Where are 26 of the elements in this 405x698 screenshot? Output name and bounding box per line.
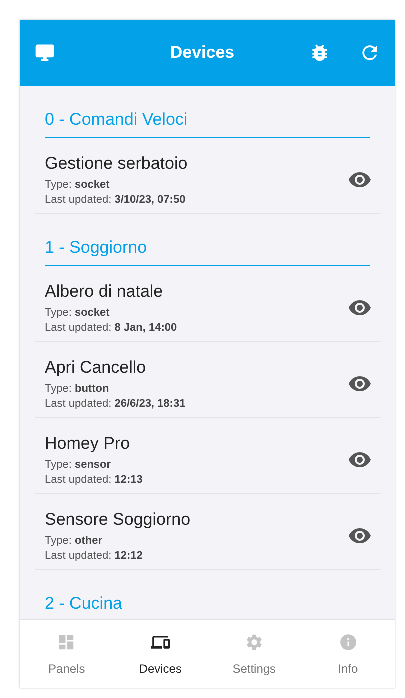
device-name: Apri Cancello — [45, 358, 148, 378]
nav-tab[interactable]: Settings — [208, 620, 302, 688]
device-type: Type: socket — [45, 307, 111, 319]
info-icon — [338, 632, 358, 652]
monitor-icon[interactable] — [34, 42, 56, 64]
device-name: Gestione serbatoio — [45, 154, 189, 174]
nav-tab[interactable]: Panels — [20, 620, 114, 688]
last-updated: Last updated: 12:13 — [45, 474, 144, 486]
page-title: Devices — [169, 43, 236, 63]
settings-icon — [244, 632, 264, 652]
device-name: Albero di natale — [45, 282, 164, 302]
nav-tab[interactable]: Devices — [114, 620, 208, 688]
last-updated: Last updated: 12:12 — [45, 550, 144, 562]
device-name: Homey Pro — [45, 434, 132, 454]
device-type: Type: socket — [45, 179, 111, 191]
section-title: 1 - Soggiorno — [45, 238, 370, 266]
device-type: Type: sensor — [45, 459, 112, 471]
device-type: Type: button — [45, 383, 110, 395]
device-name: Sensore Soggiorno — [45, 510, 192, 530]
section-title: 0 - Comandi Veloci — [45, 110, 370, 138]
last-updated: Last updated: 3/10/23, 07:50 — [45, 194, 187, 206]
nav-tab[interactable]: Info — [301, 620, 395, 688]
last-updated: Last updated: 26/6/23, 18:31 — [45, 398, 187, 410]
last-updated: Last updated: 8 Jan, 14:00 — [45, 322, 178, 334]
panels-icon — [57, 632, 76, 652]
device-type: Type: other — [45, 535, 104, 547]
